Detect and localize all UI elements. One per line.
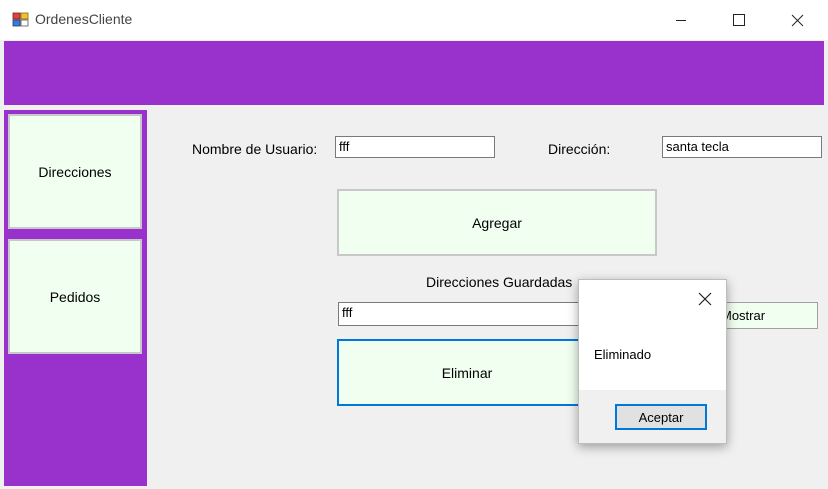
ok-button[interactable]: Aceptar (615, 404, 707, 430)
username-label: Nombre de Usuario: (192, 141, 318, 157)
close-icon (698, 292, 712, 306)
close-icon (791, 14, 803, 26)
app-icon (12, 12, 29, 27)
app-window: OrdenesCliente Direcciones Pedidos Nombr… (0, 0, 828, 489)
delete-button[interactable]: Eliminar (337, 339, 597, 406)
window-title: OrdenesCliente (35, 11, 133, 27)
address-label: Dirección: (548, 141, 611, 157)
saved-addresses-select[interactable]: fff (338, 302, 588, 326)
minimize-icon (676, 20, 686, 21)
minimize-button[interactable] (652, 0, 710, 40)
dialog-message: Eliminado (594, 347, 652, 362)
message-dialog: Eliminado Aceptar (578, 279, 727, 444)
delete-button-label: Eliminar (441, 364, 493, 381)
header-panel (4, 41, 824, 105)
username-input[interactable]: fff (335, 136, 495, 158)
ok-button-label: Aceptar (638, 409, 684, 425)
sidebar-item-pedidos[interactable]: Pedidos (8, 239, 142, 354)
sidebar: Direcciones Pedidos (4, 110, 147, 486)
maximize-button[interactable] (710, 0, 768, 40)
dialog-body: Eliminado (579, 280, 726, 390)
saved-addresses-label: Direcciones Guardadas (426, 274, 573, 290)
add-button[interactable]: Agregar (337, 189, 657, 256)
dialog-close-button[interactable] (695, 289, 715, 309)
show-button-label: Mostrar (721, 308, 766, 323)
address-input[interactable]: santa tecla (662, 136, 822, 158)
add-button-label: Agregar (472, 214, 522, 231)
sidebar-item-direcciones[interactable]: Direcciones (8, 114, 142, 229)
sidebar-item-label: Pedidos (49, 288, 101, 305)
sidebar-item-label: Direcciones (38, 163, 112, 180)
close-button[interactable] (768, 0, 826, 40)
maximize-icon (733, 14, 745, 26)
title-bar: OrdenesCliente (0, 0, 828, 40)
